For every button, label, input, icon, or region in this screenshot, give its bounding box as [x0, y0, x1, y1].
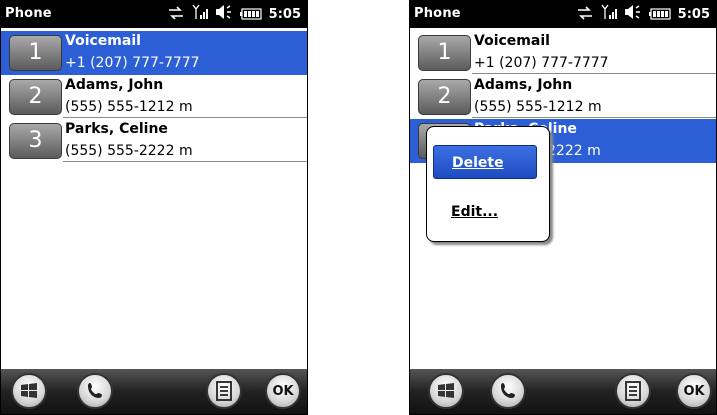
battery-icon [648, 5, 671, 24]
phone-icon [85, 381, 105, 401]
phone-button[interactable] [77, 373, 113, 409]
edit-menu-item[interactable]: Edit... [433, 195, 537, 229]
windows-start-icon [436, 382, 456, 400]
sync-icon [167, 5, 185, 24]
volume-icon [215, 4, 233, 24]
contact-row-adams[interactable]: 2 Adams, John (555) 555-1212 m [410, 75, 716, 119]
contact-row-voicemail[interactable]: 1 Voicemail +1 (207) 777-7777 [1, 31, 307, 75]
contact-name: Parks, Celine [65, 121, 168, 137]
ok-label: OK [272, 383, 294, 399]
speed-dial-button[interactable]: 3 [9, 123, 62, 159]
menu-button[interactable] [615, 373, 651, 409]
signal-icon [601, 4, 617, 24]
phone-screen-right: Phone 5:05 1 Voicemail +1 (207) 777-7777… [409, 0, 717, 415]
edit-label: Edit... [451, 204, 499, 220]
clock: 5:05 [268, 6, 301, 22]
windows-start-icon [19, 382, 39, 400]
status-bar: Phone 5:05 [1, 1, 307, 28]
ok-button[interactable]: OK [676, 373, 712, 409]
contact-row-parks[interactable]: 3 Parks, Celine (555) 555-2222 m [1, 119, 307, 163]
speed-dial-button[interactable]: 1 [9, 35, 62, 71]
contact-row-adams[interactable]: 2 Adams, John (555) 555-1212 m [1, 75, 307, 119]
menu-button[interactable] [206, 373, 242, 409]
contact-name: Voicemail [474, 33, 550, 49]
start-button[interactable] [428, 373, 464, 409]
clock: 5:05 [677, 6, 710, 22]
ok-button[interactable]: OK [265, 373, 301, 409]
contact-name: Adams, John [474, 77, 573, 93]
ok-label: OK [683, 383, 705, 399]
volume-icon [624, 4, 642, 24]
contact-number: (555) 555-1212 m [63, 97, 307, 118]
softkey-bar: OK [410, 369, 716, 414]
menu-icon [624, 381, 642, 401]
contact-name: Voicemail [65, 33, 141, 49]
speed-dial-button[interactable]: 1 [418, 35, 471, 71]
phone-screen-left: Phone 5:05 1 Voicemail +1 (207) 777-7777… [0, 0, 308, 415]
delete-menu-item[interactable]: Delete [433, 145, 537, 179]
contact-number: +1 (207) 777-7777 [472, 53, 716, 74]
speed-dial-button[interactable]: 2 [418, 79, 471, 115]
app-title: Phone [5, 6, 52, 21]
phone-button[interactable] [490, 373, 526, 409]
softkey-bar: OK [1, 369, 307, 414]
context-menu: Delete Edit... [426, 126, 550, 242]
status-bar: Phone 5:05 [410, 1, 716, 28]
app-title: Phone [414, 6, 461, 21]
signal-icon [192, 4, 208, 24]
phone-icon [498, 381, 518, 401]
speed-dial-button[interactable]: 2 [9, 79, 62, 115]
delete-label: Delete [452, 155, 504, 171]
contact-number: 2222 m [545, 141, 716, 162]
contact-number: (555) 555-1212 m [472, 97, 716, 118]
menu-icon [215, 381, 233, 401]
contact-number: (555) 555-2222 m [63, 141, 307, 162]
sync-icon [576, 5, 594, 24]
contact-name: Adams, John [65, 77, 164, 93]
battery-icon [239, 5, 262, 24]
contact-row-voicemail[interactable]: 1 Voicemail +1 (207) 777-7777 [410, 31, 716, 75]
start-button[interactable] [11, 373, 47, 409]
contact-number: +1 (207) 777-7777 [63, 53, 307, 74]
